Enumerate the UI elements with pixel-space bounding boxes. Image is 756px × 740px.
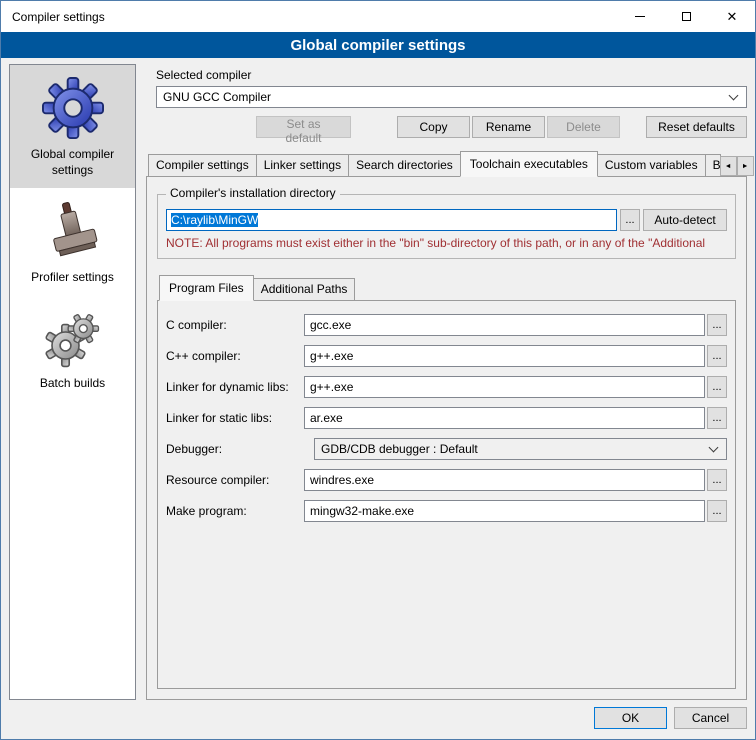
static-linker-row: Linker for static libs: ... bbox=[166, 407, 727, 429]
tab-scroll-buttons: ◄ ► bbox=[720, 156, 754, 176]
selected-compiler-value: GNU GCC Compiler bbox=[163, 90, 724, 104]
global-settings-gear-icon bbox=[42, 77, 104, 139]
c-compiler-label: C compiler: bbox=[166, 318, 304, 332]
cancel-button[interactable]: Cancel bbox=[674, 707, 747, 729]
installation-directory-input[interactable]: C:\raylib\MinGW bbox=[166, 209, 617, 231]
program-files-panel: C compiler: ... C++ compiler: ... Linker… bbox=[157, 300, 736, 689]
c-compiler-browse-button[interactable]: ... bbox=[707, 314, 727, 336]
delete-button[interactable]: Delete bbox=[547, 116, 620, 138]
batch-builds-gears-icon bbox=[43, 308, 103, 368]
tab-scroll-left-button[interactable]: ◄ bbox=[720, 156, 737, 176]
subtab-additional-paths[interactable]: Additional Paths bbox=[253, 278, 356, 300]
settings-tab-strip: Compiler settings Linker settings Search… bbox=[148, 151, 747, 176]
minimize-button[interactable] bbox=[617, 1, 663, 32]
tab-custom-variables[interactable]: Custom variables bbox=[597, 154, 706, 176]
static-linker-browse-button[interactable]: ... bbox=[707, 407, 727, 429]
close-button[interactable]: ✕ bbox=[709, 1, 755, 32]
cpp-compiler-input[interactable] bbox=[304, 345, 705, 367]
program-subtab-strip: Program Files Additional Paths bbox=[159, 275, 736, 300]
make-program-label: Make program: bbox=[166, 504, 304, 518]
resource-compiler-row: Resource compiler: ... bbox=[166, 469, 727, 491]
tab-toolchain-executables[interactable]: Toolchain executables bbox=[460, 151, 598, 177]
installation-directory-group: Compiler's installation directory C:\ray… bbox=[157, 194, 736, 259]
copy-button[interactable]: Copy bbox=[397, 116, 470, 138]
c-compiler-row: C compiler: ... bbox=[166, 314, 727, 336]
sidebar-item-label: Profiler settings bbox=[31, 270, 114, 286]
page-title: Global compiler settings bbox=[1, 32, 755, 58]
sidebar-item-profiler-settings[interactable]: Profiler settings bbox=[10, 188, 135, 296]
resource-compiler-input[interactable] bbox=[304, 469, 705, 491]
sidebar-item-global-compiler-settings[interactable]: Global compiler settings bbox=[10, 65, 135, 188]
cpp-compiler-label: C++ compiler: bbox=[166, 349, 304, 363]
profiler-tool-icon bbox=[45, 200, 101, 262]
rename-button[interactable]: Rename bbox=[472, 116, 545, 138]
titlebar: Compiler settings ✕ bbox=[1, 1, 755, 32]
window-title: Compiler settings bbox=[1, 1, 617, 32]
tab-scroll-right-button[interactable]: ► bbox=[737, 156, 754, 176]
chevron-down-icon bbox=[709, 442, 719, 452]
static-linker-input[interactable] bbox=[304, 407, 705, 429]
installation-directory-selected-text: C:\raylib\MinGW bbox=[171, 213, 258, 227]
debugger-label: Debugger: bbox=[166, 442, 304, 456]
browse-directory-button[interactable]: ... bbox=[620, 209, 640, 231]
make-program-browse-button[interactable]: ... bbox=[707, 500, 727, 522]
maximize-icon bbox=[682, 12, 691, 21]
selected-compiler-label: Selected compiler bbox=[156, 68, 747, 82]
sidebar-item-batch-builds[interactable]: Batch builds bbox=[10, 296, 135, 402]
dynamic-linker-browse-button[interactable]: ... bbox=[707, 376, 727, 398]
maximize-button[interactable] bbox=[663, 1, 709, 32]
debugger-row: Debugger: GDB/CDB debugger : Default bbox=[166, 438, 727, 460]
installation-directory-label: Compiler's installation directory bbox=[166, 186, 340, 200]
resource-compiler-label: Resource compiler: bbox=[166, 473, 304, 487]
chevron-down-icon bbox=[729, 90, 739, 100]
dialog-footer: OK Cancel bbox=[1, 700, 755, 739]
dynamic-linker-label: Linker for dynamic libs: bbox=[166, 380, 304, 394]
c-compiler-input[interactable] bbox=[304, 314, 705, 336]
main-panel: Selected compiler GNU GCC Compiler Set a… bbox=[146, 64, 747, 700]
resource-compiler-browse-button[interactable]: ... bbox=[707, 469, 727, 491]
reset-defaults-button[interactable]: Reset defaults bbox=[646, 116, 747, 138]
dynamic-linker-input[interactable] bbox=[304, 376, 705, 398]
tab-linker-settings[interactable]: Linker settings bbox=[256, 154, 349, 176]
cpp-compiler-browse-button[interactable]: ... bbox=[707, 345, 727, 367]
cpp-compiler-row: C++ compiler: ... bbox=[166, 345, 727, 367]
note-text: NOTE: All programs must exist either in … bbox=[166, 236, 727, 250]
tab-search-directories[interactable]: Search directories bbox=[348, 154, 461, 176]
subtab-program-files[interactable]: Program Files bbox=[159, 275, 254, 301]
ok-button[interactable]: OK bbox=[594, 707, 667, 729]
selected-compiler-dropdown[interactable]: GNU GCC Compiler bbox=[156, 86, 747, 108]
tab-scroll-right-icon: ► bbox=[742, 163, 749, 170]
tab-build-options[interactable]: Buil bbox=[705, 154, 721, 176]
static-linker-label: Linker for static libs: bbox=[166, 411, 304, 425]
make-program-row: Make program: ... bbox=[166, 500, 727, 522]
auto-detect-button[interactable]: Auto-detect bbox=[643, 209, 727, 231]
close-icon: ✕ bbox=[727, 10, 738, 23]
dynamic-linker-row: Linker for dynamic libs: ... bbox=[166, 376, 727, 398]
compiler-button-row: Set as default Copy Rename Delete Reset … bbox=[156, 116, 747, 138]
settings-sidebar: Global compiler settings bbox=[9, 64, 136, 700]
debugger-dropdown[interactable]: GDB/CDB debugger : Default bbox=[314, 438, 727, 460]
minimize-icon bbox=[635, 16, 645, 17]
make-program-input[interactable] bbox=[304, 500, 705, 522]
tab-compiler-settings[interactable]: Compiler settings bbox=[148, 154, 257, 176]
tab-scroll-left-icon: ◄ bbox=[725, 163, 732, 170]
sidebar-item-label: Batch builds bbox=[40, 376, 105, 392]
compiler-settings-dialog: Compiler settings ✕ Global compiler sett… bbox=[0, 0, 756, 740]
installation-directory-row: C:\raylib\MinGW ... Auto-detect bbox=[166, 209, 727, 231]
debugger-value: GDB/CDB debugger : Default bbox=[321, 442, 704, 456]
set-as-default-button[interactable]: Set as default bbox=[256, 116, 351, 138]
toolchain-executables-panel: Compiler's installation directory C:\ray… bbox=[146, 176, 747, 700]
sidebar-item-label: Global compiler settings bbox=[13, 147, 132, 178]
